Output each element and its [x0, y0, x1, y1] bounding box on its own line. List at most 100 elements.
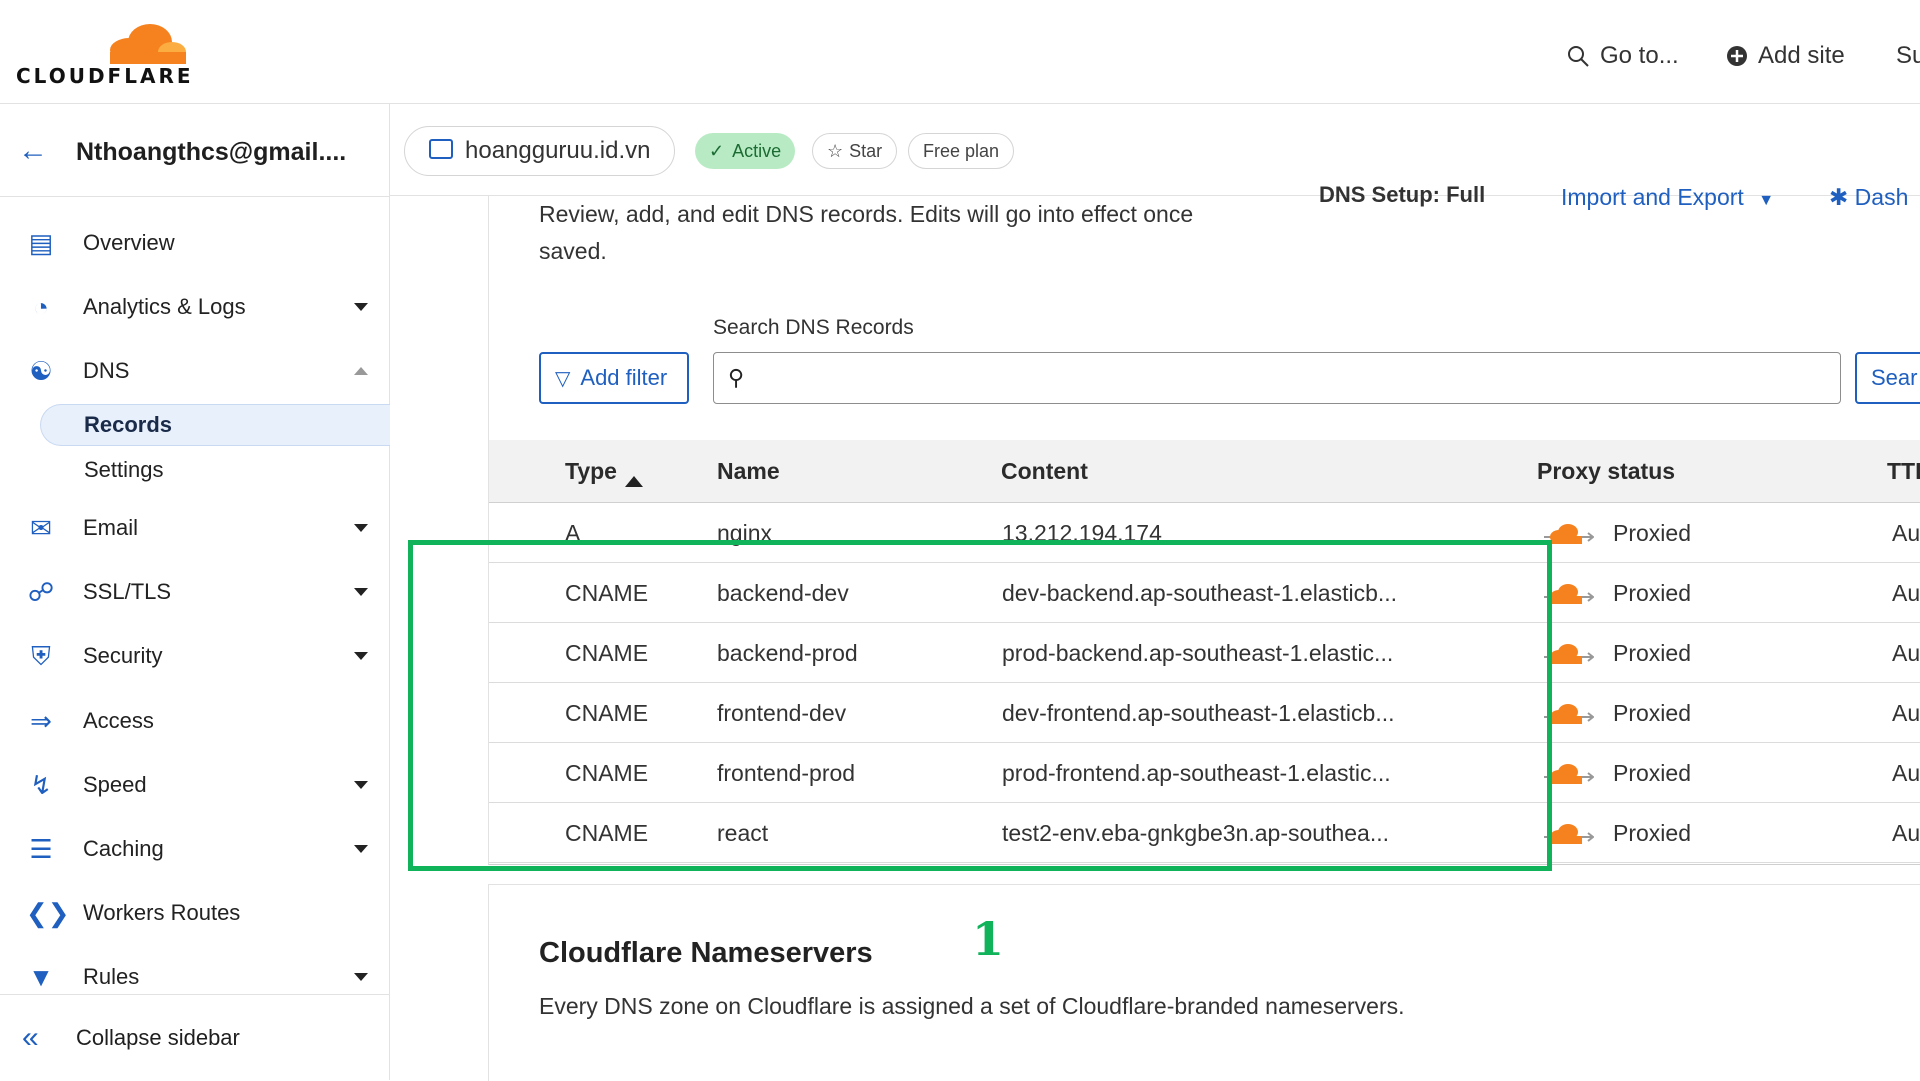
dns-records-table: Type Name Content Proxy status TTL A ngi… [489, 440, 1920, 863]
header-type-label: Type [565, 458, 617, 484]
cell-content: test2-env.eba-gnkgbe3n.ap-southea... [1002, 820, 1390, 846]
table-row[interactable]: CNAME backend-prod prod-backend.ap-south… [489, 623, 1920, 683]
sidebar-item-label: Email [83, 515, 139, 540]
header-content[interactable]: Content [1001, 458, 1088, 485]
proxied-cloud-icon [1544, 524, 1594, 544]
add-site-label: Add site [1758, 42, 1845, 69]
cell-content: dev-frontend.ap-southeast-1.elasticb... [1002, 700, 1395, 726]
sidebar-item-ssl[interactable]: ☍ SSL/TLS [0, 567, 390, 617]
cell-name: backend-dev [717, 580, 849, 606]
chevron-down-icon [354, 652, 368, 660]
sidebar-item-security[interactable]: ⛨ Security [0, 631, 390, 681]
header-proxy-status[interactable]: Proxy status [1537, 458, 1675, 485]
pie-chart-icon: ◔ [33, 292, 49, 322]
filter-icon: ▽ [555, 367, 571, 390]
cell-proxy-status: Proxied [1613, 700, 1691, 726]
chevron-down-icon [354, 524, 368, 532]
top-bar: CLOUDFLARE Go to... Add site Su [0, 0, 1920, 104]
workers-icon: ❮❯ [26, 898, 70, 928]
sidebar-item-access[interactable]: ⇒ Access [0, 696, 390, 746]
sidebar-subitem-records[interactable]: Records [40, 404, 390, 446]
document-icon: ▤ [28, 228, 54, 258]
search-dns-field[interactable]: ⚲ [713, 352, 1841, 404]
cell-proxy-status: Proxied [1613, 760, 1691, 786]
sidebar-item-overview[interactable]: ▤ Overview [0, 218, 390, 268]
dns-description: Review, add, and edit DNS records. Edits… [539, 201, 1194, 264]
sidebar-subitem-label: Settings [84, 457, 164, 482]
sidebar-item-label: Workers Routes [83, 900, 241, 925]
table-row[interactable]: CNAME react test2-env.eba-gnkgbe3n.ap-so… [489, 803, 1920, 863]
zone-bar: hoangguruu.id.vn ✓ Active ☆ Star Free pl… [390, 104, 1920, 196]
cell-proxy-status: Proxied [1613, 640, 1691, 666]
plan-badge[interactable]: Free plan [908, 133, 1015, 169]
search-button-label: Sear [1871, 365, 1918, 390]
header-ttl[interactable]: TTL [1887, 458, 1920, 485]
table-row[interactable]: CNAME frontend-prod prod-frontend.ap-sou… [489, 743, 1920, 803]
nameservers-description: Every DNS zone on Cloudflare is assigned… [539, 993, 1405, 1019]
dns-setup-label: DNS Setup: Full [1319, 182, 1486, 207]
chevron-down-icon: ▼ [1758, 192, 1775, 209]
sidebar-item-caching[interactable]: ☰ Caching [0, 824, 390, 874]
back-arrow-icon[interactable]: ← [18, 134, 48, 168]
sidebar-item-label: Analytics & Logs [83, 294, 246, 319]
cell-ttl: Au [1892, 700, 1920, 726]
sidebar-item-speed[interactable]: ↯ Speed [0, 760, 390, 810]
sidebar-item-analytics[interactable]: ◔ Analytics & Logs [0, 282, 390, 332]
checkmark-icon: ✓ [709, 140, 725, 161]
sidebar-item-label: SSL/TLS [83, 579, 172, 604]
search-label: Search DNS Records [713, 316, 914, 339]
dashboard-label: Dash [1854, 184, 1909, 210]
search-icon [1568, 46, 1589, 67]
add-site-button[interactable]: Add site [1726, 42, 1845, 70]
cell-name: react [717, 820, 769, 846]
goto-button[interactable]: Go to... [1566, 42, 1679, 70]
chevron-down-icon [354, 973, 368, 981]
add-filter-label: Add filter [580, 365, 668, 390]
table-row[interactable]: CNAME frontend-dev dev-frontend.ap-south… [489, 683, 1920, 743]
table-row[interactable]: A nginx 13.212.194.174 Proxied Au [489, 503, 1920, 563]
cell-type: CNAME [565, 640, 649, 666]
add-filter-button[interactable]: ▽ Add filter [539, 352, 689, 404]
import-export-link[interactable]: Import and Export ▼ [1561, 184, 1774, 211]
collapse-sidebar-label: Collapse sidebar [76, 1025, 240, 1050]
proxied-cloud-icon [1544, 764, 1594, 784]
access-icon: ⇒ [30, 706, 52, 736]
cell-proxy-status: Proxied [1613, 820, 1691, 846]
account-email: Nthoangthcs@gmail.... [76, 138, 347, 166]
cell-content: 13.212.194.174 [1002, 520, 1162, 546]
double-chevron-left-icon: « [22, 1021, 39, 1054]
search-button[interactable]: Sear [1855, 352, 1920, 404]
sidebar-subitem-settings[interactable]: Settings [40, 449, 390, 491]
star-label: Star [849, 140, 883, 161]
search-input[interactable] [764, 361, 1828, 397]
chevron-down-icon [354, 781, 368, 789]
support-label: Su [1896, 42, 1920, 69]
cell-proxy-status: Proxied [1613, 520, 1691, 546]
cloudflare-logo[interactable]: CLOUDFLARE [16, 22, 191, 88]
zone-selector[interactable]: hoangguruu.id.vn [404, 126, 676, 176]
funnel-icon: ▼ [28, 962, 54, 992]
cell-content: dev-backend.ap-southeast-1.elasticb... [1002, 580, 1398, 606]
sidebar-item-email[interactable]: ✉ Email [0, 503, 390, 553]
header-name[interactable]: Name [717, 458, 780, 485]
cell-type: CNAME [565, 700, 649, 726]
star-button[interactable]: ☆ Star [812, 133, 898, 169]
sidebar-item-dns[interactable]: ☯ DNS [0, 346, 390, 396]
account-switcher[interactable]: ← Nthoangthcs@gmail.... [0, 104, 390, 197]
plus-circle-icon [1727, 46, 1747, 66]
cell-name: frontend-dev [717, 700, 847, 726]
sidebar-item-workers-routes[interactable]: ❮❯ Workers Routes [0, 888, 390, 938]
chevron-up-icon [354, 367, 368, 375]
collapse-sidebar-button[interactable]: « Collapse sidebar [0, 994, 390, 1081]
cloud-logo-icon [110, 24, 186, 64]
nameservers-title: Cloudflare Nameservers [539, 937, 873, 969]
table-row[interactable]: CNAME backend-dev dev-backend.ap-southea… [489, 563, 1920, 623]
cell-content: prod-frontend.ap-southeast-1.elastic... [1002, 760, 1391, 786]
cell-type: CNAME [565, 580, 649, 606]
dashboard-link[interactable]: ✱ Dash [1829, 184, 1908, 211]
goto-label: Go to... [1600, 42, 1679, 69]
cell-ttl: Au [1892, 820, 1920, 846]
header-type[interactable]: Type [565, 458, 643, 487]
support-button[interactable]: Su [1896, 42, 1920, 70]
search-icon: ⚲ [728, 365, 745, 390]
